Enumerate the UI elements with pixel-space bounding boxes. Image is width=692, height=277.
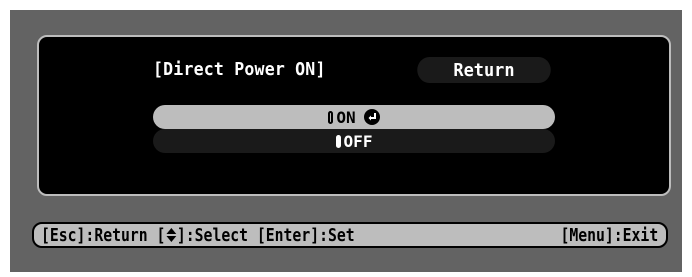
option-off[interactable]: OFF <box>153 129 555 153</box>
radio-marker-icon <box>328 110 334 124</box>
select-hint-prefix: [ <box>156 225 166 246</box>
esc-hint: [Esc]:Return <box>41 225 148 246</box>
menu-hint: [Menu]:Exit <box>560 225 658 246</box>
projector-screen: [Direct Power ON] Return ON OFF [Esc]:Re… <box>10 10 682 272</box>
help-left: [Esc]:Return [ ]:Select [Enter]:Set <box>41 225 355 248</box>
select-hint: ]:Select <box>176 225 248 246</box>
enter-hint: [Enter]:Set <box>256 225 355 246</box>
enter-icon <box>363 109 380 125</box>
return-button-label: Return <box>453 59 515 81</box>
up-down-arrow-icon <box>165 227 177 248</box>
direct-power-dialog: [Direct Power ON] Return ON OFF <box>37 35 671 196</box>
option-on[interactable]: ON <box>153 105 555 129</box>
help-bar: [Esc]:Return [ ]:Select [Enter]:Set [Menu… <box>32 222 668 248</box>
radio-marker-icon <box>335 134 341 148</box>
option-on-label: ON <box>336 107 356 127</box>
return-button[interactable]: Return <box>417 57 551 83</box>
option-off-label: OFF <box>343 131 373 151</box>
dialog-title: [Direct Power ON] <box>153 59 326 80</box>
